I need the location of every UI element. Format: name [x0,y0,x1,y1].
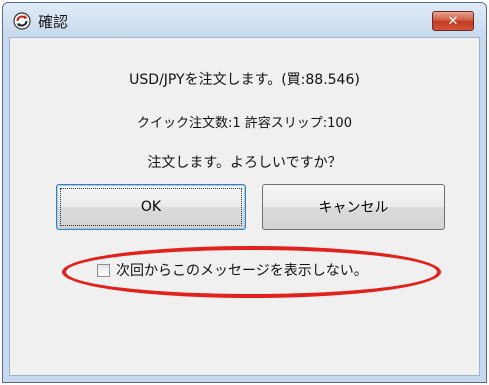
close-icon: ✕ [447,13,459,29]
refresh-arrows-icon [13,12,31,30]
window-title: 確認 [38,13,69,31]
dialog-body: USD/JPYを注文します。(買:88.546) クイック注文数:1 許容スリッ… [9,37,480,376]
red-highlight-ellipse [62,246,441,298]
confirm-dialog: 確認 ✕ USD/JPYを注文します。(買:88.546) クイック注文数:1 … [2,2,487,383]
focus-rectangle [60,188,242,226]
close-button[interactable]: ✕ [432,11,474,31]
order-message: USD/JPYを注文します。(買:88.546) [129,72,360,88]
confirm-question: 注文します。よろしいですか？ [147,155,342,171]
ok-button[interactable]: OK [56,184,246,230]
cancel-button-label: キャンセル [318,200,389,216]
title-bar[interactable]: 確認 ✕ [3,3,486,37]
order-details: クイック注文数:1 許容スリップ:100 [137,116,352,131]
cancel-button[interactable]: キャンセル [262,184,445,230]
